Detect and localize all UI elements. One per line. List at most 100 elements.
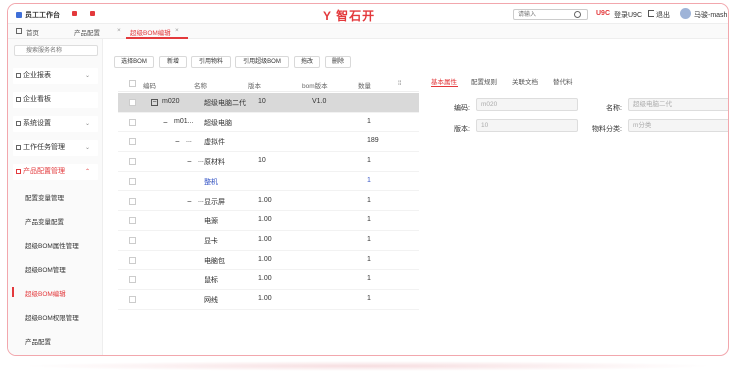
cell-qty: 1 xyxy=(367,157,371,165)
sidebar-search-input[interactable] xyxy=(14,45,98,56)
row-checkbox[interactable] xyxy=(129,158,136,166)
tab-super-bom-edit[interactable]: 超级BOM编辑 xyxy=(130,27,171,37)
reference-super-bom-button[interactable]: 引用超级BOM xyxy=(235,56,289,68)
cell-version: 1.00 xyxy=(258,235,272,243)
tab-home[interactable]: 首页 xyxy=(26,27,39,37)
sidebar-subitem-product-config[interactable]: 产品配置 xyxy=(25,336,51,346)
row-checkbox[interactable] xyxy=(129,138,136,146)
app-brand[interactable]: 员工工作台 xyxy=(16,10,60,20)
reference-material-button[interactable]: 引用物料 xyxy=(191,56,231,68)
code-field[interactable]: m020 xyxy=(476,98,578,111)
table-row[interactable]: −... 虚拟件 189 xyxy=(118,132,419,153)
name-label: 名称: xyxy=(606,105,622,112)
row-checkbox[interactable] xyxy=(129,177,136,185)
sidebar-subitem-product-variable[interactable]: 产品变量配置 xyxy=(25,216,64,226)
column-settings-icon[interactable]: ⁞⁞ xyxy=(398,80,402,87)
row-checkbox[interactable] xyxy=(129,118,136,126)
row-checkbox[interactable] xyxy=(129,236,136,244)
cell-name: 原材料 xyxy=(204,159,225,167)
cell-qty: 1 xyxy=(367,255,371,263)
sidebar-item-task-management[interactable]: 工作任务管理 ⌄ xyxy=(13,140,98,156)
expand-toggle-icon[interactable]: − xyxy=(187,197,192,205)
cell-name: 虚拟件 xyxy=(204,139,225,147)
cell-version: 1.00 xyxy=(258,275,272,283)
close-icon[interactable]: × xyxy=(117,27,121,34)
sidebar-item-product-config-management[interactable]: 产品配置管理 ⌃ xyxy=(13,164,98,180)
app-title: 员工工作台 xyxy=(25,12,60,19)
select-all-checkbox[interactable] xyxy=(129,80,136,87)
modify-button[interactable]: 拖改 xyxy=(294,56,320,68)
table-row[interactable]: ... 电源 1.00 1 xyxy=(118,211,419,231)
cell-version: 1.00 xyxy=(258,216,272,224)
table-row[interactable]: ... 网线 1.00 1 xyxy=(118,290,419,310)
cell-version: 1.00 xyxy=(258,255,272,263)
row-checkbox[interactable] xyxy=(129,296,136,303)
column-header-qty[interactable]: 数量 xyxy=(358,80,371,90)
category-field[interactable]: m分类 xyxy=(628,119,728,132)
cell-qty: 1 xyxy=(367,235,371,243)
column-header-bom-version[interactable]: bom版本 xyxy=(302,80,328,90)
search-icon[interactable] xyxy=(574,11,581,18)
table-row[interactable]: −... 原材料 10 1 xyxy=(118,152,419,172)
sidebar-item-system-settings[interactable]: 系统设置 ⌄ xyxy=(13,116,98,132)
column-header-version[interactable]: 版本 xyxy=(248,80,261,90)
sidebar: 企业报表 ⌄ 企业看板 系统设置 ⌄ 工作任务管理 ⌄ 产品配置管理 ⌃ 配置变… xyxy=(8,39,103,355)
notification-icon[interactable] xyxy=(72,11,77,16)
delete-button[interactable]: 删除 xyxy=(325,56,351,68)
row-checkbox[interactable] xyxy=(129,256,136,264)
table-row[interactable]: ... 显卡 1.00 1 xyxy=(118,231,419,251)
table-row[interactable]: ... 电脑包 1.00 1 xyxy=(118,251,419,271)
cell-name[interactable]: 整机 xyxy=(204,177,218,187)
cell-name: 显示屏 xyxy=(204,198,225,206)
sidebar-subitem-bom-permission[interactable]: 超级BOM权限管理 xyxy=(25,312,79,322)
sidebar-item-enterprise-report[interactable]: 企业报表 ⌄ xyxy=(13,68,98,84)
workbench-icon xyxy=(16,12,22,18)
row-checkbox[interactable] xyxy=(129,276,136,284)
tab-basic-attributes[interactable]: 基本属性 xyxy=(431,76,457,86)
add-button[interactable]: 新增 xyxy=(159,56,187,68)
report-icon xyxy=(16,73,21,78)
table-row[interactable]: − m020 超级电脑二代 10 V1.0 xyxy=(118,93,419,113)
table-row[interactable]: −... 显示屏 1.00 1 xyxy=(118,192,419,212)
sidebar-item-enterprise-board[interactable]: 企业看板 xyxy=(13,92,98,108)
sidebar-subitem-bom-attribute[interactable]: 超级BOM属性管理 xyxy=(25,240,79,250)
expand-toggle-icon[interactable]: − xyxy=(163,118,168,126)
close-icon[interactable]: × xyxy=(175,27,179,34)
version-label: 版本: xyxy=(454,126,470,133)
tab-related-docs[interactable]: 关联文档 xyxy=(512,76,538,86)
cell-qty: 1 xyxy=(367,295,371,302)
row-checkbox[interactable] xyxy=(129,217,136,225)
table-row[interactable]: − m01... 超级电脑 1 xyxy=(118,113,419,133)
select-bom-button[interactable]: 选择BOM xyxy=(114,56,154,68)
column-header-name[interactable]: 名称 xyxy=(194,80,207,90)
cell-name: 超级电脑二代 xyxy=(204,100,246,107)
cell-qty: 1 xyxy=(367,117,371,125)
u9c-login-link[interactable]: 登录U9C xyxy=(614,10,642,20)
tab-product-config[interactable]: 产品配置 xyxy=(74,27,100,37)
logout-button[interactable]: 退出 xyxy=(656,10,670,20)
sidebar-subitem-bom-edit[interactable]: 超级BOM编辑 xyxy=(25,288,66,298)
message-icon[interactable] xyxy=(90,11,95,16)
category-label: 物料分类: xyxy=(592,126,622,133)
tab-substitutes[interactable]: 替代料 xyxy=(553,76,573,86)
column-header-code[interactable]: 编码 xyxy=(143,80,156,90)
sidebar-subitem-bom-management[interactable]: 超级BOM管理 xyxy=(25,264,66,274)
table-row[interactable]: ... 鼠标 1.00 1 xyxy=(118,270,419,290)
user-name[interactable]: 马骏-mash xyxy=(694,10,727,20)
expand-toggle-icon[interactable]: − xyxy=(175,138,180,146)
avatar[interactable] xyxy=(680,8,691,19)
home-icon[interactable] xyxy=(16,28,22,34)
name-field[interactable]: 超级电脑二代 xyxy=(628,98,728,111)
chevron-down-icon: ⌄ xyxy=(84,145,90,151)
version-field[interactable]: 10 xyxy=(476,119,578,132)
tab-config-rules[interactable]: 配置规则 xyxy=(471,76,497,86)
expand-toggle-icon[interactable]: − xyxy=(151,99,158,106)
detail-tab-indicator xyxy=(431,86,458,87)
expand-toggle-icon[interactable]: − xyxy=(187,158,192,166)
row-checkbox[interactable] xyxy=(129,99,136,106)
sidebar-subitem-config-variable[interactable]: 配置变量管理 xyxy=(25,192,64,202)
row-checkbox[interactable] xyxy=(129,197,136,205)
table-row[interactable]: ... 整机 1 xyxy=(118,172,419,192)
logout-icon[interactable] xyxy=(648,10,654,17)
u9c-logo: U9C xyxy=(596,10,611,17)
